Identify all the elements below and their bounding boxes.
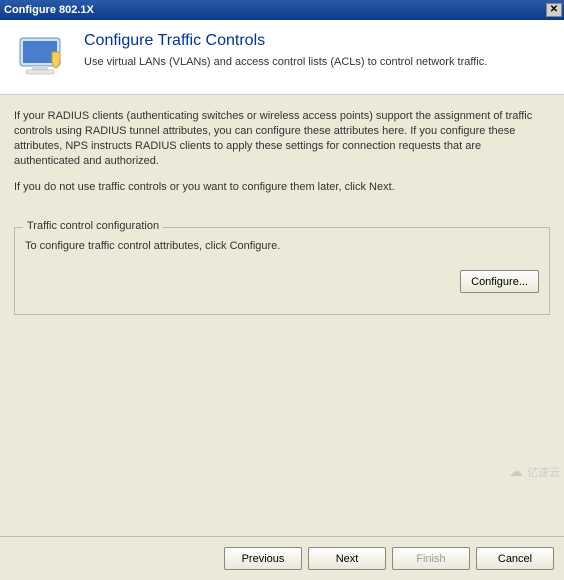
traffic-control-groupbox: Traffic control configuration To configu… bbox=[14, 227, 550, 315]
close-button[interactable]: ✕ bbox=[546, 3, 562, 17]
groupbox-legend: Traffic control configuration bbox=[23, 220, 163, 232]
window-title: Configure 802.1X bbox=[4, 4, 94, 16]
cancel-button[interactable]: Cancel bbox=[476, 547, 554, 570]
page-heading: Configure Traffic Controls bbox=[84, 32, 487, 50]
wizard-footer: Previous Next Finish Cancel bbox=[0, 536, 564, 580]
instruction-paragraph-2: If you do not use traffic controls or yo… bbox=[14, 180, 550, 195]
next-button[interactable]: Next bbox=[308, 547, 386, 570]
instruction-paragraph-1: If your RADIUS clients (authenticating s… bbox=[14, 109, 550, 168]
close-icon: ✕ bbox=[550, 5, 558, 15]
previous-button[interactable]: Previous bbox=[224, 547, 302, 570]
wizard-content: If your RADIUS clients (authenticating s… bbox=[0, 95, 564, 536]
watermark: ☁ 亿速云 bbox=[509, 463, 560, 480]
configure-button[interactable]: Configure... bbox=[460, 270, 539, 293]
wizard-header: Configure Traffic Controls Use virtual L… bbox=[0, 20, 564, 95]
titlebar: Configure 802.1X ✕ bbox=[0, 0, 564, 20]
finish-button: Finish bbox=[392, 547, 470, 570]
cloud-icon: ☁ bbox=[509, 463, 523, 480]
header-text-block: Configure Traffic Controls Use virtual L… bbox=[84, 32, 487, 68]
groupbox-button-row: Configure... bbox=[25, 270, 539, 293]
monitor-shield-icon bbox=[14, 34, 68, 82]
page-subheading: Use virtual LANs (VLANs) and access cont… bbox=[84, 56, 487, 68]
groupbox-instruction: To configure traffic control attributes,… bbox=[25, 240, 539, 252]
watermark-text: 亿速云 bbox=[527, 464, 560, 480]
